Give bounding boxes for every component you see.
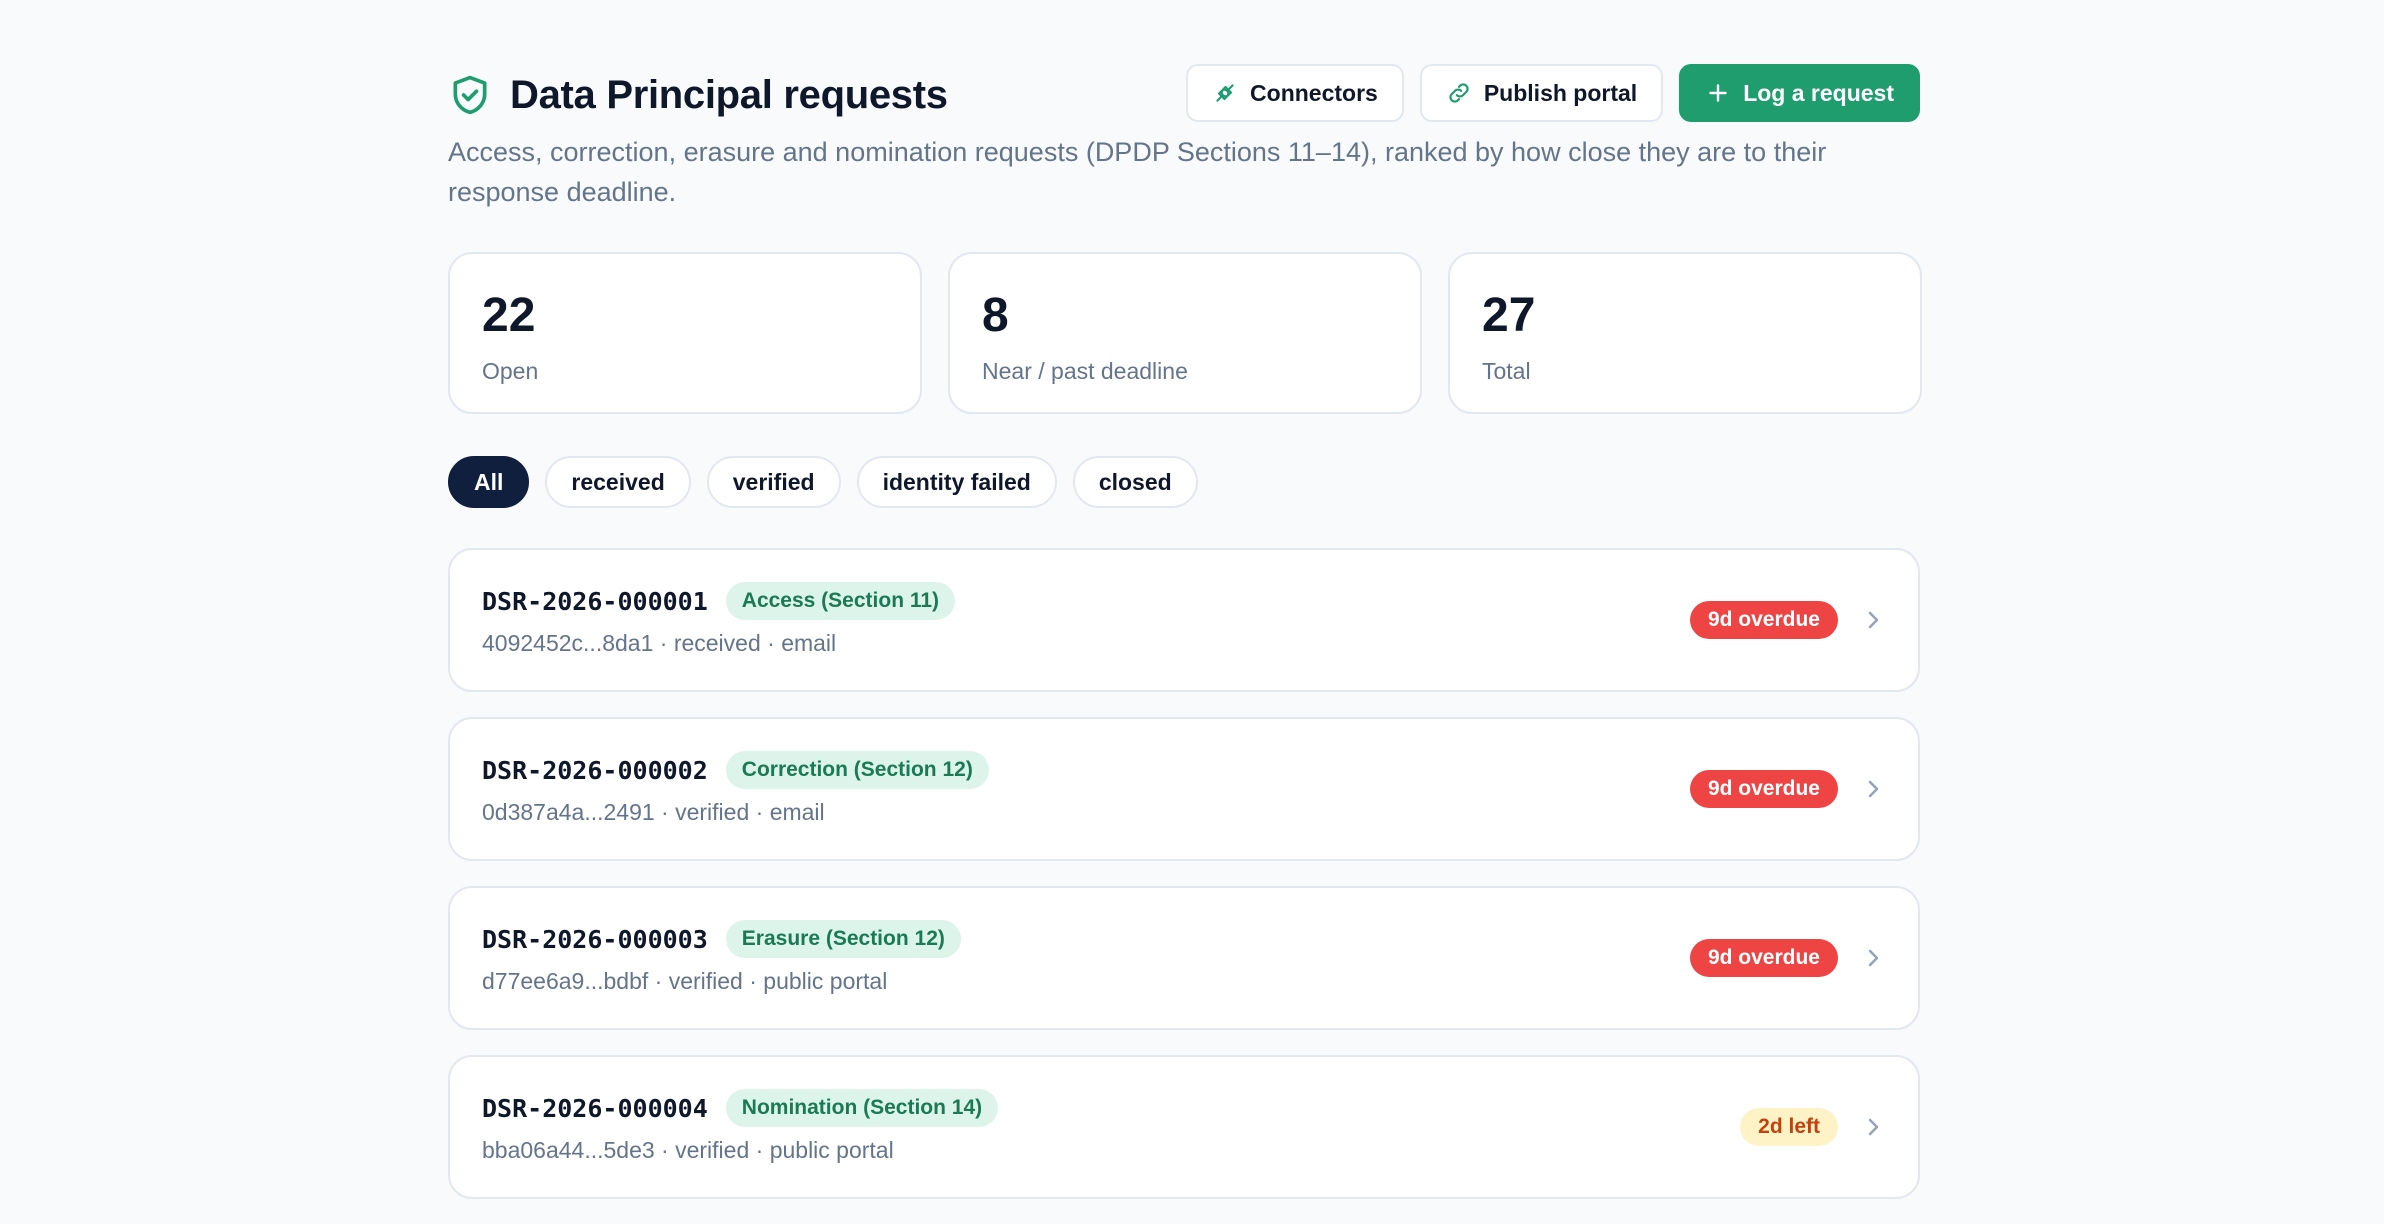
request-list: DSR-2026-000001 Access (Section 11) 4092… bbox=[448, 548, 1920, 1224]
link-icon bbox=[1446, 80, 1472, 106]
filter-chip-all[interactable]: All bbox=[448, 456, 530, 508]
filter-chip-closed[interactable]: closed bbox=[1072, 456, 1198, 508]
chevron-right-icon[interactable] bbox=[1864, 946, 1882, 970]
page-header: Data Principal requests Connectors Publi… bbox=[448, 64, 1920, 126]
status-filter-bar: All received verified identity failed cl… bbox=[448, 456, 1198, 508]
connectors-button[interactable]: Connectors bbox=[1186, 64, 1404, 122]
request-row-header: DSR-2026-000001 Access (Section 11) bbox=[482, 582, 956, 620]
log-request-label: Log a request bbox=[1743, 79, 1894, 106]
publish-portal-label: Publish portal bbox=[1483, 79, 1638, 106]
header-actions: Connectors Publish portal Log a request bbox=[1186, 64, 1920, 122]
request-id: DSR-2026-000003 bbox=[482, 924, 708, 954]
request-meta: d77ee6a9...bdbf · verified · public port… bbox=[482, 968, 888, 994]
request-type-badge: Correction (Section 12) bbox=[725, 751, 989, 789]
plus-icon bbox=[1705, 80, 1731, 106]
request-meta: 0d387a4a...2491 · verified · email bbox=[482, 799, 825, 825]
log-request-button[interactable]: Log a request bbox=[1679, 64, 1920, 122]
connectors-label: Connectors bbox=[1250, 79, 1378, 106]
page-title: Data Principal requests bbox=[510, 73, 948, 117]
page-subtitle: Access, correction, erasure and nominati… bbox=[448, 137, 1827, 207]
deadline-badge: 9d overdue bbox=[1689, 770, 1838, 808]
request-id: DSR-2026-000004 bbox=[482, 1093, 708, 1123]
request-row[interactable]: DSR-2026-000002 Correction (Section 12) … bbox=[448, 717, 1920, 861]
deadline-badge: 9d overdue bbox=[1689, 939, 1838, 977]
request-type-badge: Erasure (Section 12) bbox=[725, 920, 961, 958]
request-row-header: DSR-2026-000002 Correction (Section 12) bbox=[482, 751, 989, 789]
stat-value: 8 bbox=[982, 289, 1009, 342]
request-row[interactable]: DSR-2026-000003 Erasure (Section 12) d77… bbox=[448, 886, 1920, 1030]
filter-chip-verified[interactable]: verified bbox=[706, 456, 841, 508]
request-id: DSR-2026-000002 bbox=[482, 755, 708, 785]
stats-row: 22 Open 8 Near / past deadline 27 Total bbox=[448, 252, 1922, 414]
filter-chip-received[interactable]: received bbox=[545, 456, 691, 508]
deadline-badge: 9d overdue bbox=[1689, 601, 1838, 639]
deadline-badge: 2d left bbox=[1740, 1108, 1838, 1146]
request-row[interactable]: DSR-2026-000004 Nomination (Section 14) … bbox=[448, 1055, 1920, 1199]
chevron-right-icon[interactable] bbox=[1864, 777, 1882, 801]
stat-value: 22 bbox=[482, 289, 536, 342]
stat-card-total: 27 Total bbox=[1448, 252, 1922, 414]
stat-card-open: 22 Open bbox=[448, 252, 922, 414]
request-meta: bba06a44...5de3 · verified · public port… bbox=[482, 1137, 894, 1163]
chevron-right-icon[interactable] bbox=[1864, 1115, 1882, 1139]
request-meta: 4092452c...8da1 · received · email bbox=[482, 630, 837, 656]
title-group: Data Principal requests bbox=[448, 64, 948, 126]
stat-card-near-deadline: 8 Near / past deadline bbox=[948, 252, 1422, 414]
shield-check-icon bbox=[448, 73, 492, 117]
request-id: DSR-2026-000001 bbox=[482, 586, 708, 616]
plug-icon bbox=[1212, 80, 1238, 106]
stat-label: Total bbox=[1482, 358, 1531, 384]
chevron-right-icon[interactable] bbox=[1864, 608, 1882, 632]
stat-label: Near / past deadline bbox=[982, 358, 1188, 384]
request-row-header: DSR-2026-000004 Nomination (Section 14) bbox=[482, 1089, 999, 1127]
request-row[interactable]: DSR-2026-000001 Access (Section 11) 4092… bbox=[448, 548, 1920, 692]
publish-portal-button[interactable]: Publish portal bbox=[1419, 64, 1664, 122]
stat-value: 27 bbox=[1482, 289, 1536, 342]
filter-chip-identity-failed[interactable]: identity failed bbox=[856, 456, 1057, 508]
request-type-badge: Nomination (Section 14) bbox=[725, 1089, 999, 1127]
request-row-header: DSR-2026-000003 Erasure (Section 12) bbox=[482, 920, 961, 958]
request-type-badge: Access (Section 11) bbox=[725, 582, 956, 620]
stat-label: Open bbox=[482, 358, 539, 384]
